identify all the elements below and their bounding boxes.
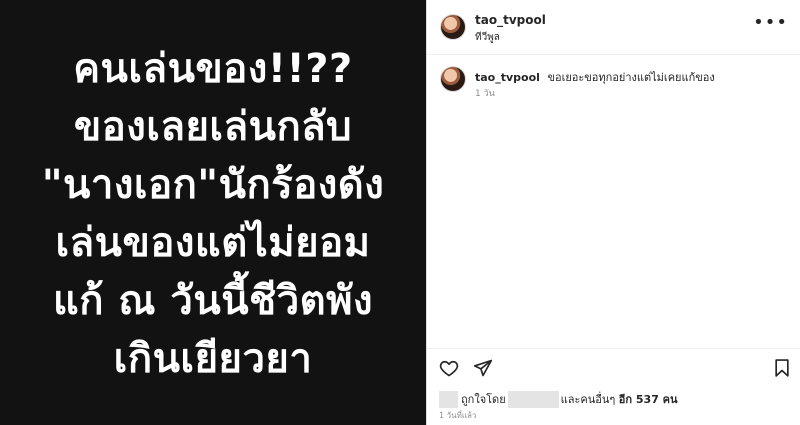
likes-middle: และคนอื่นๆ — [560, 393, 616, 406]
post-side-panel: tao_tvpool ทีวีพูล ••• tao_tvpool ขอเยอะ… — [426, 0, 800, 425]
caption-text: tao_tvpool ขอเยอะขอทุกอย่างแต่ไม่เคยแก้ข… — [475, 68, 715, 86]
post-image-line: เล่นของแต่ไม่ยอม — [55, 219, 371, 266]
post-viewer: คนเล่นของ!!?? ของเลยเล่นกลับ "นางเอก"นัก… — [0, 0, 800, 425]
heart-icon[interactable] — [439, 358, 459, 378]
caption-body: ขอเยอะขอทุกอย่างแต่ไม่เคยแก้ของ — [547, 71, 715, 84]
author-subtitle[interactable]: ทีวีพูล — [475, 30, 500, 45]
post-image-line: แก้ ณ วันนี้ชีวิตพัง — [52, 277, 374, 324]
caption-avatar[interactable] — [440, 66, 466, 92]
post-image-text: คนเล่นของ!!?? ของเลยเล่นกลับ "นางเอก"นัก… — [42, 40, 385, 388]
caption-username[interactable]: tao_tvpool — [475, 71, 540, 84]
likes-prefix: ถูกใจโดย — [461, 393, 506, 406]
likes-count: อีก 537 คน — [618, 393, 678, 406]
post-image-line: คนเล่นของ!!?? — [73, 45, 353, 92]
caption-timestamp[interactable]: 1 วัน — [475, 86, 495, 100]
post-image-line: "นางเอก"นักร้องดัง — [41, 161, 385, 208]
author-username[interactable]: tao_tvpool — [475, 13, 546, 27]
post-image-line: ของเลยเล่นกลับ — [73, 103, 353, 150]
more-options-icon[interactable]: ••• — [753, 14, 788, 32]
liker-avatar — [439, 390, 458, 408]
post-image-line: เกินเยียวยา — [113, 335, 313, 382]
liker-name-redacted — [507, 390, 559, 408]
avatar[interactable] — [440, 14, 466, 40]
post-actions — [439, 358, 493, 378]
likes-summary[interactable]: ถูกใจโดย และคนอื่นๆ อีก 537 คน — [439, 390, 678, 408]
post-image[interactable]: คนเล่นของ!!?? ของเลยเล่นกลับ "นางเอก"นัก… — [0, 0, 426, 425]
bookmark-icon[interactable] — [772, 358, 792, 378]
post-timestamp[interactable]: 1 วันที่แล้ว — [439, 409, 476, 422]
actions-divider — [427, 348, 800, 349]
post-header: tao_tvpool ทีวีพูล ••• — [427, 0, 800, 55]
share-icon[interactable] — [473, 358, 493, 378]
